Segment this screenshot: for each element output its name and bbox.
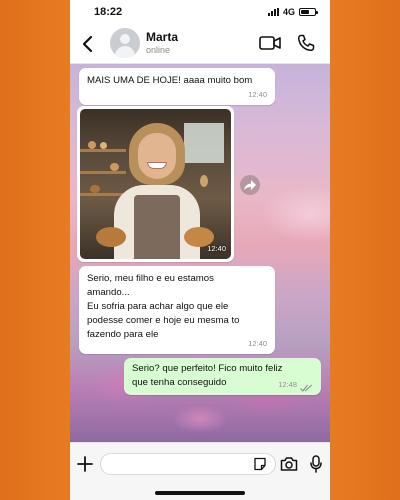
message-incoming[interactable]: Serio, meu filho e eu estamos amando... … <box>79 266 275 354</box>
signal-icon <box>267 8 279 16</box>
forward-button[interactable] <box>240 175 260 195</box>
plus-icon <box>77 456 93 472</box>
sticker-icon <box>254 457 266 471</box>
double-check-icon <box>300 384 313 392</box>
back-button[interactable] <box>78 32 98 56</box>
avatar[interactable] <box>110 28 140 58</box>
message-input[interactable] <box>100 453 276 475</box>
status-time: 18:22 <box>94 6 123 18</box>
video-call-button[interactable] <box>259 35 281 51</box>
phone-screen: 18:22 4G Marta online MAIS UMA DE HOJE! … <box>70 0 330 500</box>
contact-name[interactable]: Marta <box>146 30 178 44</box>
network-type: 4G <box>282 7 295 17</box>
home-indicator[interactable] <box>155 491 245 495</box>
message-text: MAIS UMA DE HOJE! aaaa muito bom <box>87 75 253 86</box>
chat-header: Marta online <box>70 24 330 64</box>
camera-icon <box>280 457 298 471</box>
message-text: Serio? que perfeito! Fico muito feliz qu… <box>132 363 283 388</box>
message-time: 12:48 <box>278 380 297 389</box>
contact-status: online <box>146 45 171 55</box>
message-incoming[interactable]: MAIS UMA DE HOJE! aaaa muito bom 12:40 <box>79 68 275 105</box>
status-bar: 18:22 4G <box>70 0 330 24</box>
voice-call-button[interactable] <box>297 34 315 52</box>
composer-bar <box>70 442 330 500</box>
video-camera-icon <box>259 36 281 50</box>
message-text: Serio, meu filho e eu estamos amando... … <box>87 273 240 340</box>
message-time: 12:40 <box>248 339 267 348</box>
message-time: 12:40 <box>248 90 267 99</box>
voice-message-button[interactable] <box>310 455 322 473</box>
attach-button[interactable] <box>76 455 94 473</box>
battery-icon <box>299 8 318 16</box>
chat-area[interactable]: MAIS UMA DE HOJE! aaaa muito bom 12:40 1… <box>70 64 330 442</box>
forward-icon <box>244 180 256 190</box>
microphone-icon <box>310 455 322 473</box>
camera-button[interactable] <box>280 456 298 472</box>
message-time: 12:40 <box>207 244 226 253</box>
message-outgoing[interactable]: Serio? que perfeito! Fico muito feliz qu… <box>124 358 321 395</box>
image-message[interactable]: 12:40 <box>77 106 234 262</box>
sticker-button[interactable] <box>253 457 267 471</box>
status-indicators: 4G <box>267 7 318 17</box>
chevron-left-icon <box>82 35 93 53</box>
bakery-photo[interactable]: 12:40 <box>80 109 231 259</box>
phone-icon <box>297 34 315 52</box>
